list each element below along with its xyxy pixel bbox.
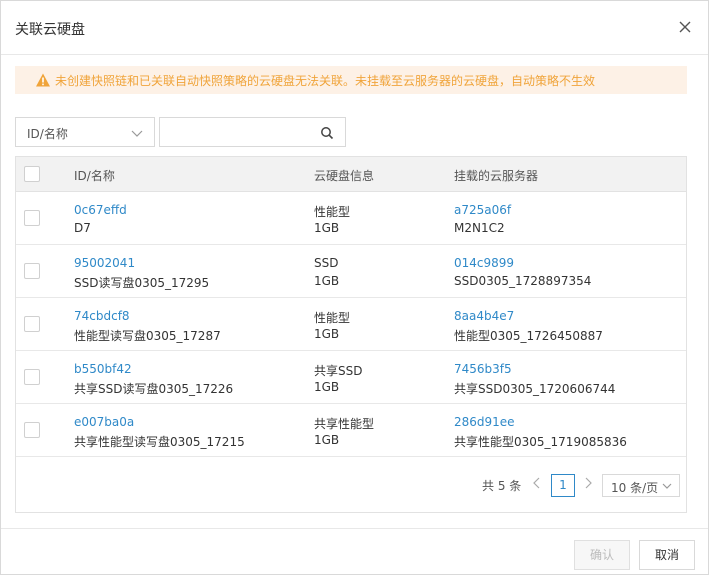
server-name: 性能型0305_1726450887: [454, 329, 603, 343]
row-checkbox[interactable]: [24, 263, 40, 279]
warning-text: 未创建快照链和已关联自动快照策略的云硬盘无法关联。未挂载至云服务器的云硬盘，自动…: [55, 74, 596, 88]
table-row: 74cbdcf8 性能型读写盘0305_17287 性能型 1GB 8aa4b4…: [16, 298, 686, 351]
pagination-total: 共 5 条: [482, 479, 522, 493]
filter-type-select[interactable]: ID/名称: [15, 117, 155, 147]
disk-id-link[interactable]: 74cbdcf8: [74, 309, 130, 323]
pagination-page-1[interactable]: 1: [551, 474, 575, 497]
disk-name: SSD读写盘0305_17295: [74, 276, 210, 290]
disk-size: 1GB: [314, 327, 340, 341]
disk-name: D7: [74, 221, 91, 235]
warning-icon: [36, 73, 50, 87]
search-input[interactable]: [166, 123, 316, 143]
header-server: 挂载的云服务器: [454, 169, 539, 183]
table-row: e007ba0a 共享性能型读写盘0305_17215 共享性能型 1GB 28…: [16, 404, 686, 457]
server-name: 共享性能型0305_1719085836: [454, 435, 627, 449]
chevron-right-icon[interactable]: [583, 477, 593, 489]
row-checkbox[interactable]: [24, 210, 40, 226]
select-all-checkbox[interactable]: [24, 166, 40, 182]
disk-size: 1GB: [314, 221, 340, 235]
header-id-name: ID/名称: [74, 169, 115, 183]
disk-size: 1GB: [314, 380, 340, 394]
associate-disk-dialog: 关联云硬盘 未创建快照链和已关联自动快照策略的云硬盘无法关联。未挂载至云服务器的…: [0, 0, 709, 575]
chevron-down-icon: [131, 130, 143, 137]
search-icon[interactable]: [320, 126, 334, 140]
server-name: M2N1C2: [454, 221, 505, 235]
page-size-select[interactable]: 10 条/页: [602, 474, 680, 497]
disk-size: 1GB: [314, 433, 340, 447]
disk-id-link[interactable]: e007ba0a: [74, 415, 134, 429]
row-checkbox[interactable]: [24, 422, 40, 438]
disk-type: 性能型: [314, 311, 351, 325]
disk-id-link[interactable]: 0c67effd: [74, 203, 127, 217]
cancel-button[interactable]: 取消: [639, 540, 695, 570]
disk-type: 共享SSD: [314, 364, 363, 378]
confirm-button[interactable]: 确认: [574, 540, 630, 570]
server-name: SSD0305_1728897354: [454, 274, 592, 288]
filter-type-value: ID/名称: [27, 127, 68, 141]
table-row: 0c67effd D7 性能型 1GB a725a06f M2N1C2: [16, 192, 686, 245]
dialog-header: 关联云硬盘: [1, 1, 708, 55]
header-disk-info: 云硬盘信息: [314, 169, 375, 183]
server-id-link[interactable]: 286d91ee: [454, 415, 515, 429]
table-row: 95002041 SSD读写盘0305_17295 SSD 1GB 014c98…: [16, 245, 686, 298]
disk-type: SSD: [314, 256, 339, 270]
server-id-link[interactable]: a725a06f: [454, 203, 511, 217]
chevron-down-icon: [662, 483, 672, 489]
chevron-left-icon[interactable]: [532, 477, 542, 489]
row-checkbox[interactable]: [24, 316, 40, 332]
disk-id-link[interactable]: 95002041: [74, 256, 135, 270]
disk-size: 1GB: [314, 274, 340, 288]
server-name: 共享SSD0305_1720606744: [454, 382, 616, 396]
dialog-title: 关联云硬盘: [15, 22, 85, 38]
disk-type: 共享性能型: [314, 417, 375, 431]
table-header: ID/名称 云硬盘信息 挂载的云服务器: [16, 157, 686, 192]
row-checkbox[interactable]: [24, 369, 40, 385]
close-icon[interactable]: [676, 18, 694, 36]
disk-type: 性能型: [314, 205, 351, 219]
server-id-link[interactable]: 014c9899: [454, 256, 514, 270]
warning-alert: 未创建快照链和已关联自动快照策略的云硬盘无法关联。未挂载至云服务器的云硬盘，自动…: [15, 66, 687, 94]
disk-name: 共享性能型读写盘0305_17215: [74, 435, 245, 449]
page-size-value: 10 条/页: [611, 481, 659, 495]
dialog-footer: 确认 取消: [1, 528, 708, 574]
disk-name: 性能型读写盘0305_17287: [74, 329, 221, 343]
disk-id-link[interactable]: b550bf42: [74, 362, 132, 376]
search-box: [159, 117, 346, 147]
server-id-link[interactable]: 8aa4b4e7: [454, 309, 514, 323]
disk-table: ID/名称 云硬盘信息 挂载的云服务器 0c67effd D7 性能型 1GB …: [15, 156, 687, 513]
table-row: b550bf42 共享SSD读写盘0305_17226 共享SSD 1GB 74…: [16, 351, 686, 404]
disk-name: 共享SSD读写盘0305_17226: [74, 382, 234, 396]
server-id-link[interactable]: 7456b3f5: [454, 362, 512, 376]
